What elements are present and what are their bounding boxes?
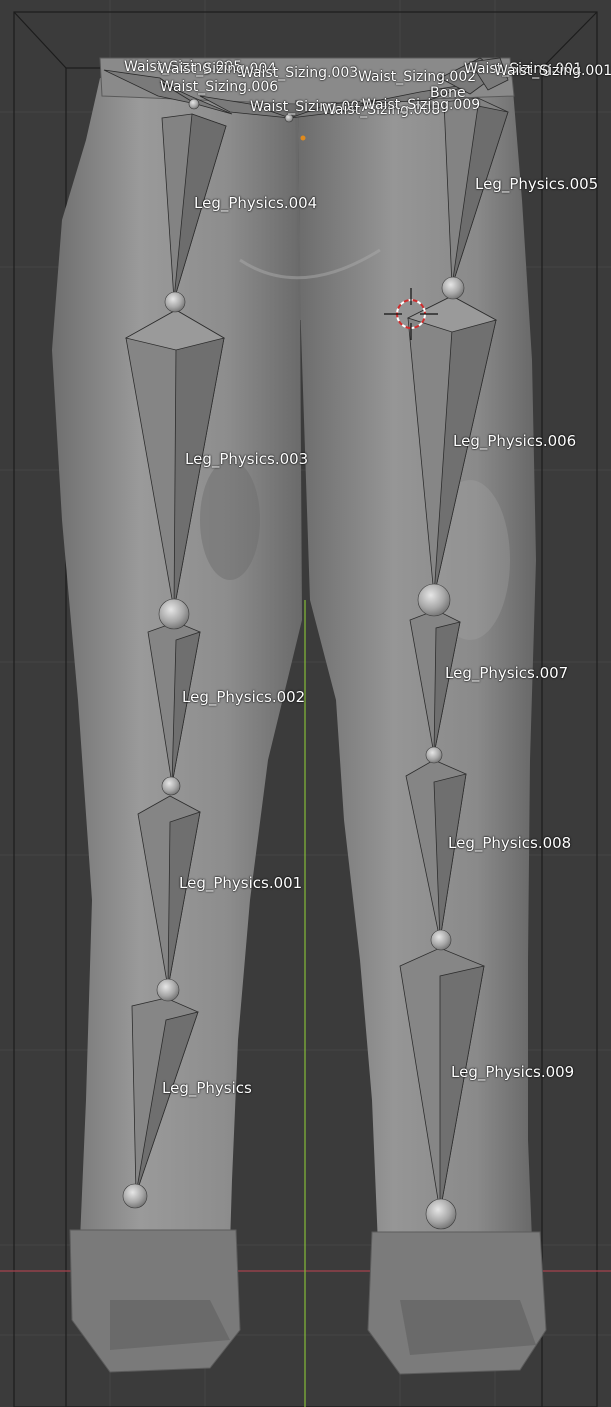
joint-head [156, 978, 180, 1002]
joint-head [430, 929, 452, 951]
joint-head [425, 746, 443, 764]
joint-head [417, 583, 451, 617]
joint-head [122, 1183, 148, 1209]
origin-point [300, 135, 306, 141]
joint-head [161, 776, 181, 796]
joint-head [425, 1198, 457, 1230]
3d-viewport[interactable]: Waist_Sizing.005 Waist_Sizing.004 Waist_… [0, 0, 611, 1407]
waist-joint[interactable] [284, 113, 294, 123]
joint-head [441, 276, 465, 300]
scene-canvas[interactable] [0, 0, 611, 1407]
joint-head [158, 598, 190, 630]
waist-joint[interactable] [188, 98, 200, 110]
joint-head [164, 291, 186, 313]
pants-mesh[interactable] [52, 57, 547, 1375]
